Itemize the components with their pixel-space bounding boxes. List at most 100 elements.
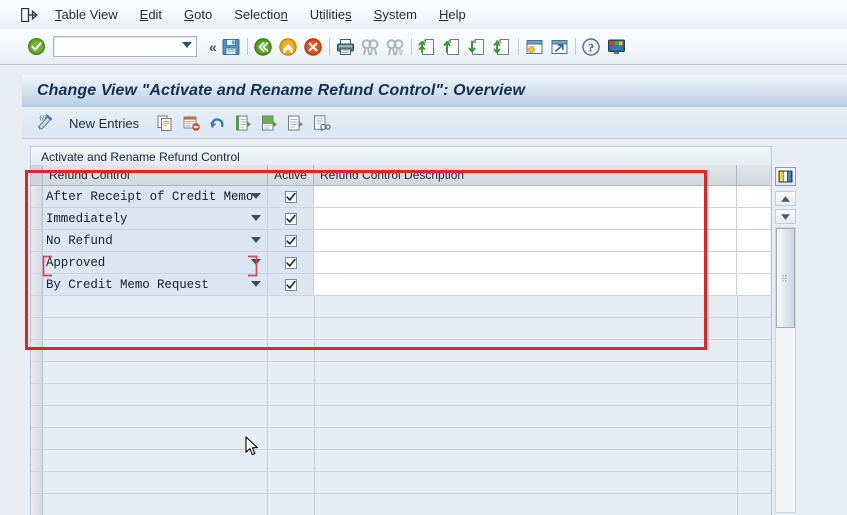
cell-description[interactable] <box>314 186 737 207</box>
row-selector[interactable] <box>31 494 43 515</box>
cell-active[interactable] <box>268 362 316 383</box>
row-selector[interactable] <box>31 208 43 229</box>
customize-layout-icon[interactable] <box>604 35 629 59</box>
exit-icon[interactable] <box>276 35 301 59</box>
next-page-icon[interactable] <box>465 35 490 59</box>
back-icon[interactable] <box>251 35 276 59</box>
table-empty-row[interactable] <box>31 296 771 318</box>
print-icon[interactable] <box>333 35 358 59</box>
cell-description[interactable] <box>315 406 739 427</box>
cell-description[interactable] <box>314 252 737 273</box>
row-selector[interactable] <box>31 186 43 207</box>
chevron-down-icon[interactable] <box>182 42 192 48</box>
cell-active[interactable] <box>268 274 314 295</box>
cell-description[interactable] <box>315 494 739 515</box>
table-empty-row[interactable] <box>31 450 771 472</box>
active-checkbox[interactable] <box>284 234 297 247</box>
table-empty-row[interactable] <box>31 472 771 494</box>
select-all-icon[interactable] <box>230 111 256 135</box>
cell-active[interactable] <box>268 406 316 427</box>
delete-icon[interactable] <box>178 111 204 135</box>
scroll-down-icon[interactable] <box>775 209 796 224</box>
cell-active[interactable] <box>268 208 314 229</box>
cell-description[interactable] <box>315 384 739 405</box>
menu-system[interactable]: System <box>363 3 428 27</box>
cell-refund-control[interactable] <box>42 296 269 317</box>
active-checkbox[interactable] <box>284 256 297 269</box>
first-page-icon[interactable] <box>415 35 440 59</box>
row-selector[interactable] <box>31 406 43 427</box>
active-checkbox[interactable] <box>284 278 297 291</box>
cell-description[interactable] <box>315 450 739 471</box>
row-selector[interactable] <box>31 428 43 449</box>
cell-refund-control[interactable] <box>42 340 269 361</box>
create-shortcut-icon[interactable] <box>547 35 572 59</box>
find-next-icon[interactable] <box>383 35 408 59</box>
cancel-icon[interactable] <box>301 35 326 59</box>
chevron-down-icon[interactable] <box>251 215 261 221</box>
table-row[interactable]: After Receipt of Credit Memo <box>31 186 771 208</box>
table-row[interactable]: Immediately <box>31 208 771 230</box>
active-checkbox[interactable] <box>284 212 297 225</box>
collapse-toolbar-button[interactable]: « <box>205 39 219 55</box>
undo-icon[interactable] <box>204 111 230 135</box>
cell-description[interactable] <box>314 274 737 295</box>
table-empty-row[interactable] <box>31 494 771 515</box>
select-block-icon[interactable] <box>256 111 282 135</box>
save-icon[interactable] <box>219 35 244 59</box>
command-field[interactable] <box>53 36 197 57</box>
row-selector[interactable] <box>31 274 43 295</box>
menu-edit[interactable]: Edit <box>129 3 173 27</box>
cell-refund-control[interactable]: Immediately <box>43 208 268 229</box>
table-empty-row[interactable] <box>31 340 771 362</box>
row-selector[interactable] <box>31 318 43 339</box>
chevron-down-icon[interactable] <box>251 259 261 265</box>
table-empty-row[interactable] <box>31 384 771 406</box>
new-entries-button[interactable]: New Entries <box>64 114 144 133</box>
details-icon[interactable] <box>308 111 334 135</box>
cell-active[interactable] <box>268 318 316 339</box>
cell-refund-control[interactable]: No Refund <box>43 230 268 251</box>
row-selector[interactable] <box>31 340 43 361</box>
menu-goto[interactable]: Goto <box>173 3 223 27</box>
chevron-down-icon[interactable] <box>251 281 261 287</box>
column-header-description[interactable]: Refund Control Description <box>314 165 737 185</box>
cell-active[interactable] <box>268 230 314 251</box>
cell-refund-control[interactable] <box>42 384 269 405</box>
command-input[interactable] <box>57 38 179 55</box>
cell-active[interactable] <box>268 472 316 493</box>
chevron-down-icon[interactable] <box>251 193 261 199</box>
cell-active[interactable] <box>268 428 316 449</box>
cell-description[interactable] <box>315 318 739 339</box>
cell-refund-control[interactable] <box>42 362 269 383</box>
row-selector[interactable] <box>31 472 43 493</box>
enter-button[interactable] <box>28 38 45 55</box>
table-empty-row[interactable] <box>31 406 771 428</box>
cell-active[interactable] <box>268 296 316 317</box>
help-icon[interactable]: ? <box>579 35 604 59</box>
cell-active[interactable] <box>268 450 316 471</box>
chevron-down-icon[interactable] <box>251 237 261 243</box>
session-exit-icon[interactable] <box>14 1 44 29</box>
column-header-active[interactable]: Active <box>268 165 314 185</box>
table-row[interactable]: By Credit Memo Request <box>31 274 771 296</box>
vertical-scrollbar[interactable] <box>775 227 796 513</box>
row-selector[interactable] <box>31 296 43 317</box>
cell-refund-control[interactable] <box>42 318 269 339</box>
table-empty-row[interactable] <box>31 428 771 450</box>
cell-refund-control[interactable]: After Receipt of Credit Memo <box>43 186 268 207</box>
cell-description[interactable] <box>314 230 737 251</box>
cell-active[interactable] <box>268 494 316 515</box>
scroll-up-icon[interactable] <box>775 191 796 206</box>
table-empty-row[interactable] <box>31 318 771 340</box>
cell-active[interactable] <box>268 384 316 405</box>
deselect-all-icon[interactable] <box>282 111 308 135</box>
display-change-icon[interactable]: 6 9 <box>32 111 58 135</box>
cell-description[interactable] <box>315 296 739 317</box>
active-checkbox[interactable] <box>284 190 297 203</box>
cell-refund-control[interactable]: Approved <box>43 252 268 273</box>
menu-table-view[interactable]: TTable Viewable View <box>44 3 129 27</box>
table-row[interactable]: Approved <box>31 252 771 274</box>
cell-description[interactable] <box>315 362 739 383</box>
previous-page-icon[interactable] <box>440 35 465 59</box>
